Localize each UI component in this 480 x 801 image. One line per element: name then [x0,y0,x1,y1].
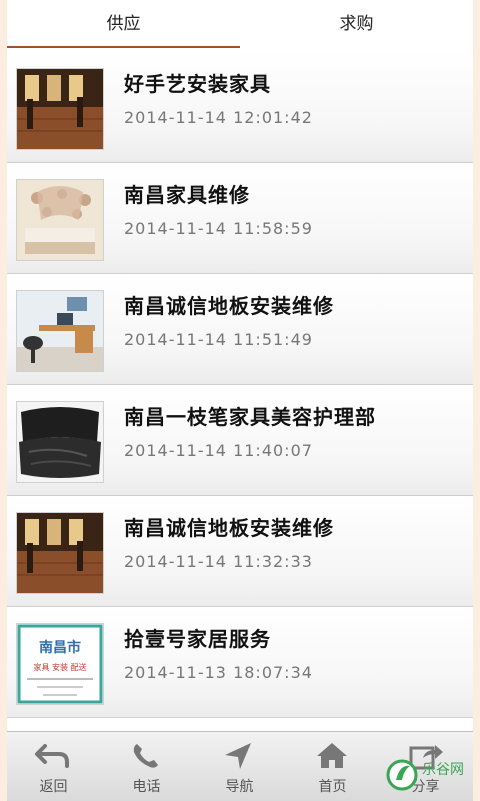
flyer-city-text: 南昌市 [39,639,81,656]
tab-supply[interactable]: 供应 [7,0,240,48]
phone-icon [133,744,158,768]
watermark-text: 乐谷网 [422,762,464,778]
home-button[interactable]: 首页 [286,732,379,801]
nav-label: 电话 [132,779,161,795]
item-date: 2014-11-14 11:58:59 [124,219,313,238]
nav-label: 返回 [39,779,68,795]
supply-list: 好手艺安装家具 2014-11-14 12:01:42 南昌家具维修 2014-… [7,52,473,718]
navigation-button[interactable]: 导航 [193,732,286,801]
item-thumbnail [16,512,104,594]
item-title: 南昌家具维修 [124,183,250,207]
list-item[interactable]: 南昌家具维修 2014-11-14 11:58:59 [7,163,473,274]
back-arrow-icon [35,744,69,768]
item-thumbnail: 南昌市 家具 安装 配送 [16,623,104,705]
item-date: 2014-11-14 11:40:07 [124,441,313,460]
flyer-services-text: 家具 安装 配送 [33,662,86,672]
item-date: 2014-11-14 11:32:33 [124,552,313,571]
tab-bar: 供应 求购 [7,0,473,53]
list-item[interactable]: 南昌市 家具 安装 配送 拾壹号家居服务 2014-11-13 18:07:34 [7,607,473,718]
list-item[interactable]: 南昌诚信地板安装维修 2014-11-14 11:51:49 [7,274,473,385]
app-frame: 供应 求购 好手艺安装家具 2014-11-14 12:01:42 南昌家具维修… [7,0,473,801]
tab-purchase[interactable]: 求购 [240,0,473,48]
nav-label: 导航 [225,779,254,795]
item-title: 好手艺安装家具 [124,72,271,96]
item-title: 南昌一枝笔家具美容护理部 [124,405,376,429]
navigation-arrow-icon [225,743,251,769]
list-item[interactable]: 好手艺安装家具 2014-11-14 12:01:42 [7,52,473,163]
item-thumbnail [16,68,104,150]
item-date: 2014-11-14 12:01:42 [124,108,313,127]
watermark-logo: 乐谷网 [386,759,464,791]
back-button[interactable]: 返回 [7,732,100,801]
list-item[interactable]: 南昌一枝笔家具美容护理部 2014-11-14 11:40:07 [7,385,473,496]
list-item[interactable]: 南昌诚信地板安装维修 2014-11-14 11:32:33 [7,496,473,607]
item-title: 南昌诚信地板安装维修 [124,294,334,318]
phone-button[interactable]: 电话 [100,732,193,801]
item-title: 拾壹号家居服务 [124,627,271,651]
home-icon [317,743,347,768]
item-thumbnail [16,179,104,261]
active-tab-indicator [7,46,240,48]
item-thumbnail [16,290,104,372]
item-date: 2014-11-13 18:07:34 [124,663,313,682]
item-date: 2014-11-14 11:51:49 [124,330,313,349]
nav-label: 首页 [318,779,347,795]
item-title: 南昌诚信地板安装维修 [124,516,334,540]
item-thumbnail [16,401,104,483]
